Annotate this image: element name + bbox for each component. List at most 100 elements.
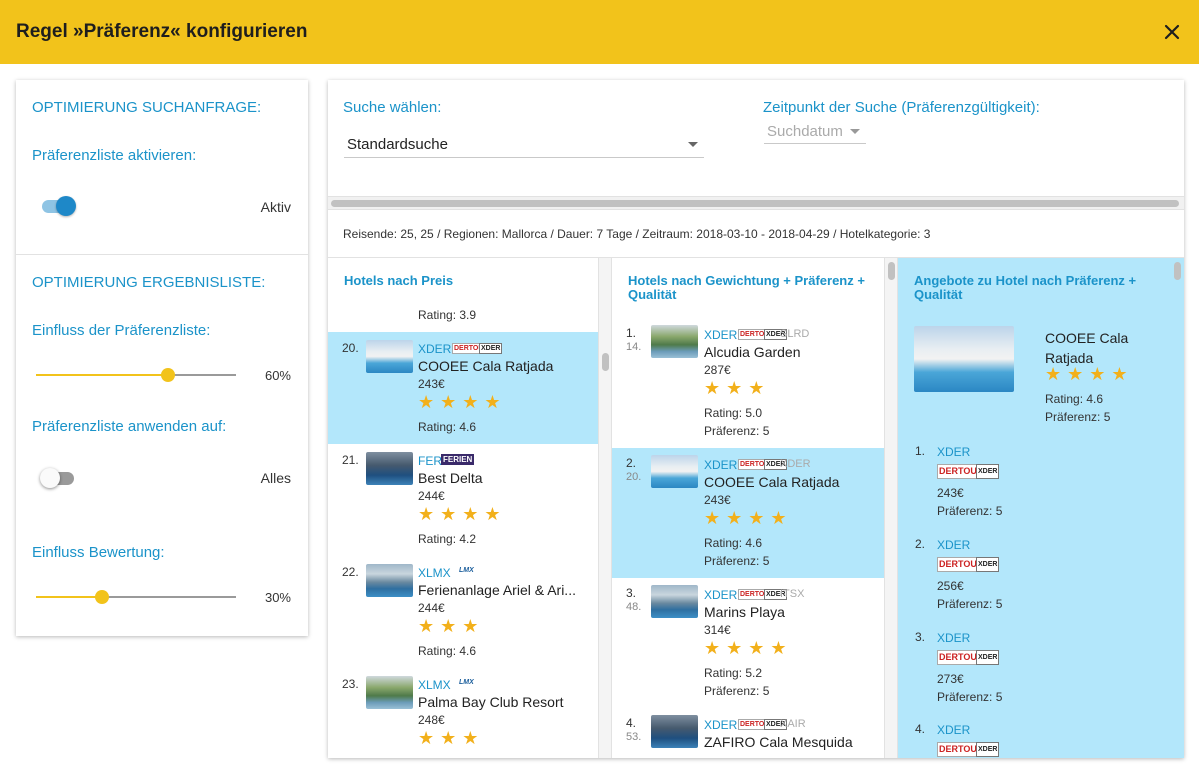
- hotel-image: [366, 564, 413, 597]
- rank: 23.: [342, 677, 359, 691]
- section-title-search: OPTIMIERUNG SUCHANFRAGE:: [32, 99, 262, 116]
- rank: 2.: [915, 537, 926, 551]
- activate-label: Präferenzliste aktivieren:: [32, 147, 197, 164]
- preference-text: Präferenz: 5: [937, 504, 1003, 518]
- time-select-label: Zeitpunkt der Suche (Präferenzgültigkeit…: [763, 99, 1040, 116]
- price: 243€: [937, 486, 964, 500]
- horizontal-scrollbar[interactable]: [328, 196, 1184, 210]
- preference-text: Präferenz: 5: [937, 690, 1003, 704]
- rank: 3.: [626, 586, 637, 600]
- price: 248€: [418, 713, 445, 727]
- dialog-header: Regel »Präferenz« konfigurieren: [0, 0, 1199, 64]
- rank: 4.: [915, 722, 926, 736]
- hotel-name: Best Delta: [418, 470, 483, 486]
- offer-item[interactable]: 1. XDER DERTOUR XDER 243€ Präferenz: 5: [898, 436, 1170, 529]
- rating-influence-label: Einfluss Bewertung:: [32, 544, 165, 561]
- star-rating: ★★★★: [704, 638, 793, 658]
- column-price-scrollbar[interactable]: [598, 258, 612, 758]
- hotel-image: [651, 715, 698, 748]
- rank-secondary: 14.: [626, 341, 642, 353]
- hotel-image: [651, 585, 698, 618]
- rating-text: Rating: 3.9: [418, 308, 477, 322]
- preference-text: Präferenz: 5: [937, 597, 1003, 611]
- list-item[interactable]: 21. FER FERIEN Best Delta 244€ ★★★★ Rati…: [328, 444, 598, 556]
- operator-code-secondary: XDER: [780, 458, 811, 470]
- price: 244€: [418, 601, 445, 615]
- star-rating: ★★★: [418, 616, 485, 636]
- divider: [16, 254, 308, 255]
- hotel-name: Alcudia Garden: [704, 344, 801, 360]
- ferien-logo: FERIEN: [441, 454, 475, 465]
- rank: 1.: [915, 444, 926, 458]
- list-item[interactable]: 2. 20. XDER DERTOUR XDER XDER COOEE Cala…: [612, 448, 884, 578]
- search-select[interactable]: Standardsuche: [344, 132, 704, 158]
- list-item[interactable]: 22. XLMX LMX Ferienanlage Ariel & Ari...…: [328, 556, 598, 668]
- column-offers-scrollbar[interactable]: [1170, 258, 1184, 758]
- operator-code: XDER: [937, 723, 971, 737]
- xder-logo: XDER: [479, 343, 503, 354]
- offer-item[interactable]: 4. XDER DERTOUR XDER: [898, 715, 1170, 758]
- column-weighting-scrollbar[interactable]: [884, 258, 898, 758]
- operator-code-secondary: XAIR: [780, 718, 806, 730]
- influence-slider[interactable]: [36, 367, 236, 383]
- star-rating: ★★★★: [418, 504, 507, 524]
- star-rating: ★★★: [418, 728, 485, 748]
- activate-toggle[interactable]: [40, 195, 76, 219]
- operator-code: XDER: [704, 458, 738, 472]
- apply-toggle[interactable]: [40, 467, 76, 491]
- hotel-image: [366, 452, 413, 485]
- list-item[interactable]: 20. XDER DERTOUR XDER COOEE Cala Ratjada…: [328, 332, 598, 444]
- price: 287€: [704, 363, 731, 377]
- rating-slider[interactable]: [36, 589, 236, 605]
- rating-text: Rating: 5.2: [704, 666, 763, 680]
- column-price-head: Hotels nach Preis: [344, 273, 454, 288]
- list-item[interactable]: 3. 48. XDER DERTOUR XDER ITSX Marins Pla…: [612, 578, 884, 708]
- time-select[interactable]: Suchdatum: [764, 119, 866, 144]
- list-item[interactable]: 23. XLMX LMX Palma Bay Club Resort 248€ …: [328, 668, 598, 758]
- dialog-title: Regel »Präferenz« konfigurieren: [16, 21, 308, 42]
- influence-label: Einfluss der Präferenzliste:: [32, 322, 211, 339]
- price: 273€: [937, 672, 964, 686]
- close-icon[interactable]: [1158, 18, 1186, 46]
- section-title-results: OPTIMIERUNG ERGEBNISLISTE:: [32, 274, 266, 291]
- offer-item[interactable]: 3. XDER DERTOUR XDER 273€ Präferenz: 5: [898, 622, 1170, 715]
- xder-logo: XDER: [976, 742, 1000, 757]
- search-select-value: Standardsuche: [347, 136, 448, 153]
- search-summary: Reisende: 25, 25 / Regionen: Mallorca / …: [343, 227, 931, 241]
- rank: 4.: [626, 716, 637, 730]
- operator-code-secondary: SLRD: [780, 328, 810, 340]
- rating-text: Rating: 4.6: [418, 420, 477, 434]
- hotel-image: [914, 326, 1014, 392]
- preference-text: Präferenz: 5: [1045, 410, 1111, 424]
- lmx-logo: LMX: [459, 567, 474, 574]
- apply-state: Alles: [260, 470, 291, 486]
- rank: 22.: [342, 565, 359, 579]
- list-item[interactable]: 4. 53. XDER DERTOUR XDER XAIR ZAFIRO Cal…: [612, 708, 884, 758]
- operator-code: XDER: [418, 342, 452, 356]
- rank-secondary: 20.: [626, 471, 642, 483]
- offer-item[interactable]: 2. XDER DERTOUR XDER 256€ Präferenz: 5: [898, 529, 1170, 622]
- operator-code: XDER: [704, 328, 738, 342]
- hotel-name: Marins Playa: [704, 604, 785, 620]
- price: 314€: [704, 623, 731, 637]
- operator-code: FER: [418, 454, 442, 468]
- xder-logo: XDER: [976, 650, 1000, 665]
- xder-logo: XDER: [976, 464, 1000, 479]
- operator-code: XDER: [937, 631, 971, 645]
- price: 256€: [937, 579, 964, 593]
- price: 244€: [418, 489, 445, 503]
- hotel-name: ZAFIRO Cala Mesquida: [704, 734, 853, 750]
- price: 243€: [704, 493, 731, 507]
- rank: 1.: [626, 326, 637, 340]
- preference-text: Präferenz: 5: [704, 424, 770, 438]
- rating-text: Rating: 4.6: [704, 536, 763, 550]
- list-item[interactable]: 1. 14. XDER DERTOUR XDER SLRD Alcudia Ga…: [612, 318, 884, 448]
- hotel-name: Palma Bay Club Resort: [418, 694, 564, 710]
- preference-text: Präferenz: 5: [704, 684, 770, 698]
- column-weighting: Hotels nach Gewichtung + Präferenz + Qua…: [612, 258, 884, 758]
- hotel-image: [366, 676, 413, 709]
- hotel-name: Ferienanlage Ariel & Ari...: [418, 582, 576, 598]
- hotel-image: [366, 340, 413, 373]
- chevron-down-icon: [850, 129, 860, 134]
- rank: 21.: [342, 453, 359, 467]
